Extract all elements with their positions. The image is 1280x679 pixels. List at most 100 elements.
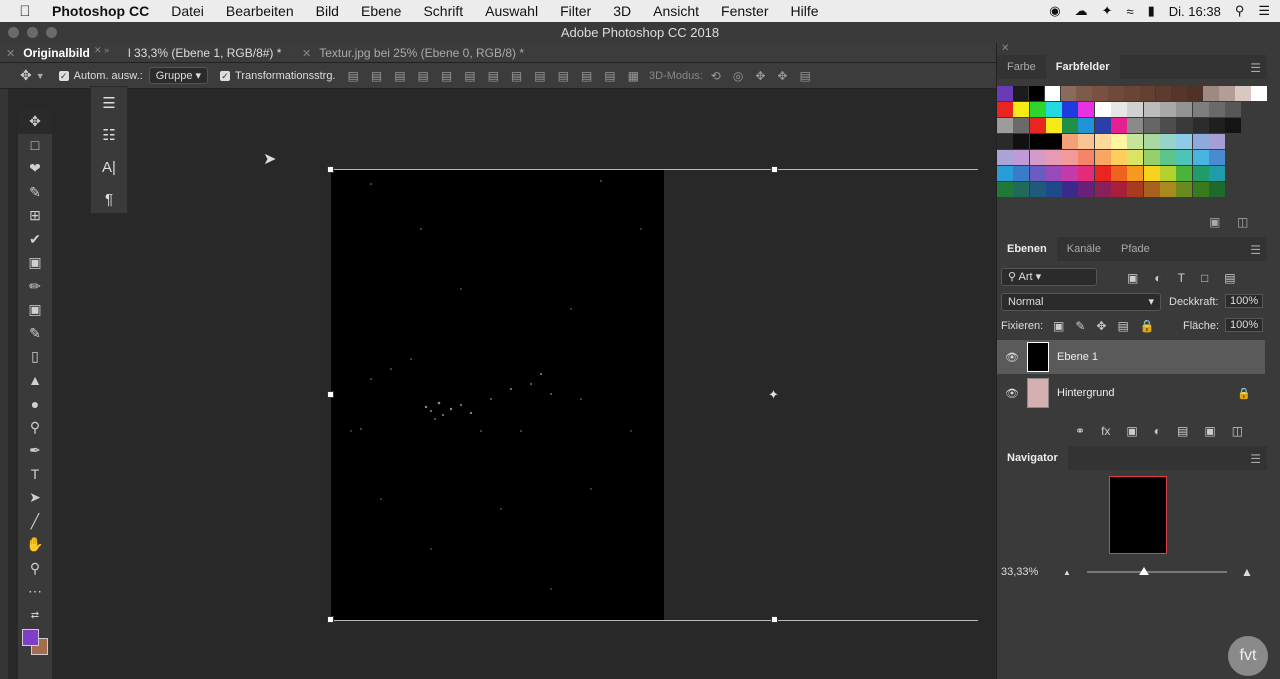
clone-stamp-tool[interactable]: ▣ (18, 298, 52, 322)
pen-tool[interactable]: ✒ (18, 439, 52, 463)
paragraph-panel-icon[interactable]: ¶ (91, 183, 127, 215)
menu-schrift[interactable]: Schrift (412, 3, 474, 19)
align-left-icon[interactable]: ▤ (418, 69, 429, 83)
transform-handle-br[interactable] (771, 616, 778, 623)
tab-farbe[interactable]: Farbe (997, 55, 1046, 79)
color-swatch[interactable] (1192, 150, 1209, 165)
zoom-slider-knob[interactable] (1139, 567, 1149, 575)
color-swatch[interactable] (1251, 86, 1267, 101)
navigator-preview[interactable] (1109, 476, 1167, 554)
link-layers-icon[interactable]: ⚭ (1075, 424, 1085, 438)
color-swatch[interactable] (1111, 166, 1128, 181)
color-swatch[interactable] (1094, 102, 1111, 117)
visibility-eye-icon[interactable]: 👁 (997, 351, 1027, 364)
path-selection-tool[interactable]: ➤ (18, 486, 52, 510)
color-swatch[interactable] (1208, 118, 1225, 133)
filter-shape-icon[interactable]: □ (1201, 271, 1208, 285)
menu-app[interactable]: Photoshop CC (50, 3, 160, 19)
brush-tool[interactable]: ✏ (18, 275, 52, 299)
move-tool[interactable]: ✥ (18, 110, 52, 134)
tab-originalbild[interactable]: ✕ Originalbild (6, 43, 90, 63)
menu-ansicht[interactable]: Ansicht (642, 3, 710, 19)
color-swatch[interactable] (1127, 182, 1144, 197)
filter-pixel-icon[interactable]: ▣ (1127, 271, 1138, 285)
color-swatch[interactable] (1176, 134, 1193, 149)
lock-position-icon[interactable]: ✥ (1096, 319, 1106, 333)
menu-filter[interactable]: Filter (549, 3, 602, 19)
layer-filter-dropdown[interactable]: ⚲ Art ▾ (1001, 268, 1097, 286)
menu-3d[interactable]: 3D (602, 3, 642, 19)
notification-center-icon[interactable]: ☰ (1258, 3, 1270, 19)
more-tools-icon[interactable]: ⋯ (18, 580, 52, 604)
color-swatch[interactable] (1127, 118, 1144, 133)
menu-ebene[interactable]: Ebene (350, 3, 412, 19)
color-swatch[interactable] (1062, 118, 1079, 133)
color-swatch[interactable] (1155, 86, 1172, 101)
color-swatch[interactable] (1045, 150, 1062, 165)
layer-row-ebene1[interactable]: 👁 Ebene 1 (997, 340, 1265, 374)
color-swatch[interactable] (1176, 166, 1193, 181)
lock-all-icon[interactable]: 🔒 (1140, 319, 1155, 333)
menu-fenster[interactable]: Fenster (710, 3, 779, 19)
color-swatch[interactable] (1192, 134, 1209, 149)
align-bottom-icon[interactable]: ▤ (394, 69, 405, 83)
new-swatch-icon[interactable]: ▣ (1209, 215, 1220, 229)
tab-kanaele[interactable]: Kanäle (1057, 237, 1111, 261)
menu-datei[interactable]: Datei (160, 3, 215, 19)
color-swatch[interactable] (1176, 150, 1193, 165)
color-swatch[interactable] (1092, 86, 1108, 101)
spotlight-search-icon[interactable]: ⚲ (1235, 3, 1245, 19)
zoom-window-button[interactable] (46, 27, 57, 38)
tab-overflow-icon[interactable]: ✕ » (94, 40, 109, 60)
color-swatch[interactable] (1208, 182, 1225, 197)
visibility-eye-icon[interactable]: 👁 (997, 387, 1027, 400)
color-swatch[interactable] (1029, 134, 1046, 149)
pan-3d-icon[interactable]: ✥ (755, 69, 765, 83)
transform-handle-bl[interactable] (327, 616, 334, 623)
color-swatch[interactable] (997, 102, 1013, 117)
type-tool[interactable]: T (18, 463, 52, 487)
color-swatch[interactable] (1143, 134, 1160, 149)
color-swatch[interactable] (1139, 86, 1156, 101)
color-swatch[interactable] (1143, 118, 1160, 133)
color-swatch[interactable] (1094, 166, 1111, 181)
color-swatch[interactable] (1094, 182, 1111, 197)
color-swatch[interactable] (1159, 102, 1176, 117)
color-swatch[interactable] (1045, 118, 1062, 133)
layer-row-hintergrund[interactable]: 👁 Hintergrund 🔒 (997, 376, 1265, 410)
color-swatch[interactable] (1143, 182, 1160, 197)
color-swatch[interactable] (1127, 102, 1144, 117)
menubar-clock[interactable]: Di. 16:38 (1169, 4, 1221, 19)
color-swatch[interactable] (1159, 150, 1176, 165)
close-tab-icon[interactable]: ✕ (302, 48, 311, 60)
clone-source-icon[interactable]: ☷ (91, 119, 127, 151)
color-swatch[interactable] (1028, 86, 1045, 101)
color-swatch[interactable] (1012, 86, 1029, 101)
healing-brush-tool[interactable]: ▣ (18, 251, 52, 275)
distribute-bottom-icon[interactable]: ▤ (534, 69, 545, 83)
color-swatch[interactable] (1176, 182, 1193, 197)
color-swatch[interactable] (1060, 86, 1077, 101)
auto-select-dropdown[interactable]: Gruppe ▾ (148, 67, 209, 84)
color-swatch[interactable] (1013, 102, 1030, 117)
menu-auswahl[interactable]: Auswahl (474, 3, 549, 19)
navigator-zoom-slider[interactable] (1087, 571, 1227, 573)
distribute-left-icon[interactable]: ▤ (558, 69, 569, 83)
color-swatch[interactable] (1143, 166, 1160, 181)
menu-bild[interactable]: Bild (305, 3, 350, 19)
color-swatch[interactable] (1225, 102, 1242, 117)
color-swatch[interactable] (1045, 134, 1062, 149)
color-swatch[interactable] (1029, 118, 1046, 133)
apple-menu-icon[interactable]:  (0, 3, 50, 20)
wifi-icon[interactable]: ≈ (1126, 4, 1133, 19)
paint-bucket-tool[interactable]: ▲ (18, 369, 52, 393)
color-swatch[interactable] (1013, 134, 1030, 149)
color-swatch[interactable] (1143, 150, 1160, 165)
bluetooth-icon[interactable]: ✦ (1102, 3, 1113, 19)
record-icon[interactable]: ◉ (1049, 3, 1060, 19)
properties-icon[interactable]: ☰ (91, 87, 127, 119)
color-swatch[interactable] (1187, 86, 1204, 101)
distribute-hcenter-icon[interactable]: ▤ (581, 69, 592, 83)
color-swatch[interactable] (1029, 150, 1046, 165)
transform-controls-checkbox[interactable]: ✓ (220, 70, 235, 82)
